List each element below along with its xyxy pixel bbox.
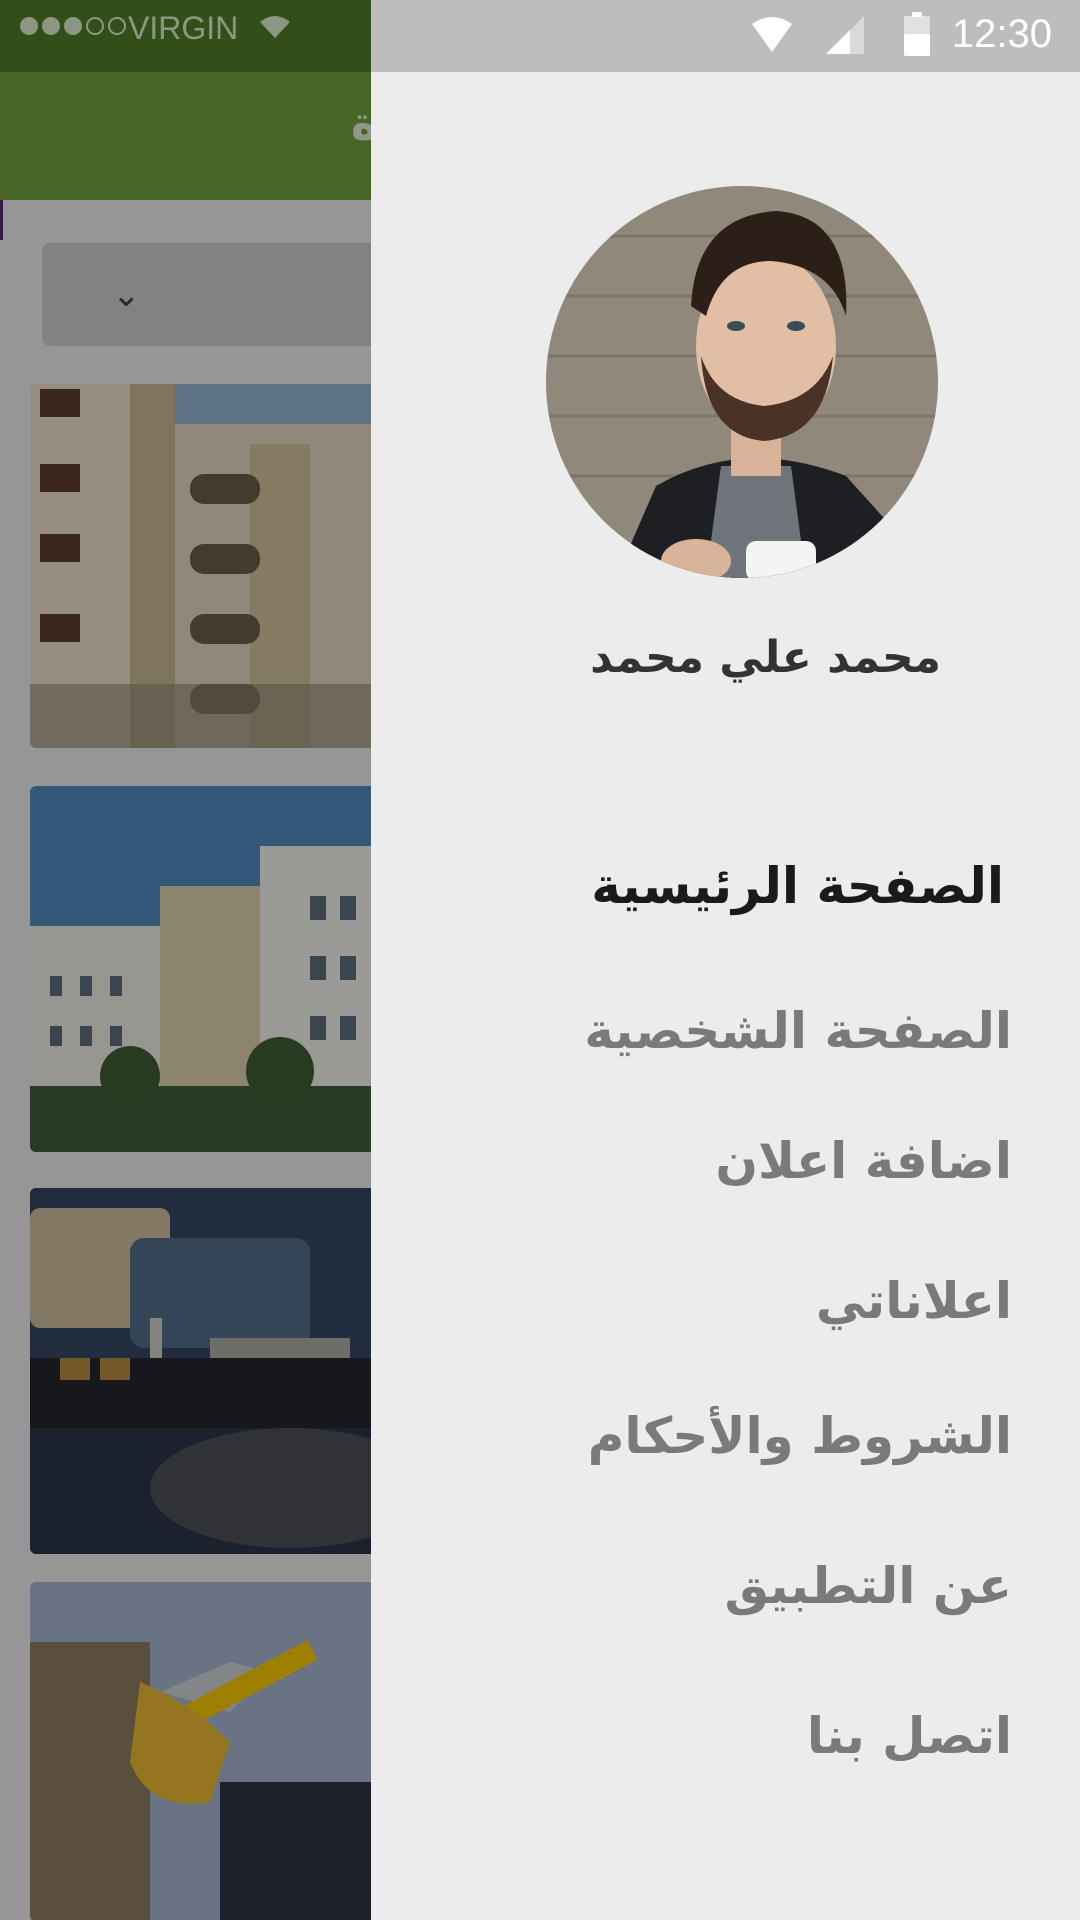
menu-item-profile[interactable]: الصفحة الشخصية: [584, 1002, 1012, 1060]
avatar[interactable]: [546, 186, 938, 578]
wifi-icon: [752, 17, 792, 52]
menu-item-about[interactable]: عن التطبيق: [725, 1557, 1012, 1615]
menu-item-my-ads[interactable]: اعلاناتي: [816, 1272, 1012, 1330]
navigation-drawer: محمد علي محمد الصفحة الرئيسية الصفحة الش…: [371, 72, 1080, 1920]
clock: 12:30: [951, 12, 1052, 56]
user-name: محمد علي محمد: [590, 632, 941, 683]
menu-item-terms[interactable]: الشروط والأحكام: [588, 1407, 1012, 1465]
profile-photo: [546, 186, 938, 578]
menu-item-contact[interactable]: اتصل بنا: [807, 1707, 1012, 1765]
menu-item-home[interactable]: الصفحة الرئيسية: [591, 857, 1004, 915]
menu-item-add-ad[interactable]: اضافة اعلان: [715, 1132, 1012, 1190]
cellular-signal-icon: [826, 16, 864, 54]
status-bar: 12:30: [371, 0, 1080, 72]
battery-icon: [904, 12, 930, 56]
